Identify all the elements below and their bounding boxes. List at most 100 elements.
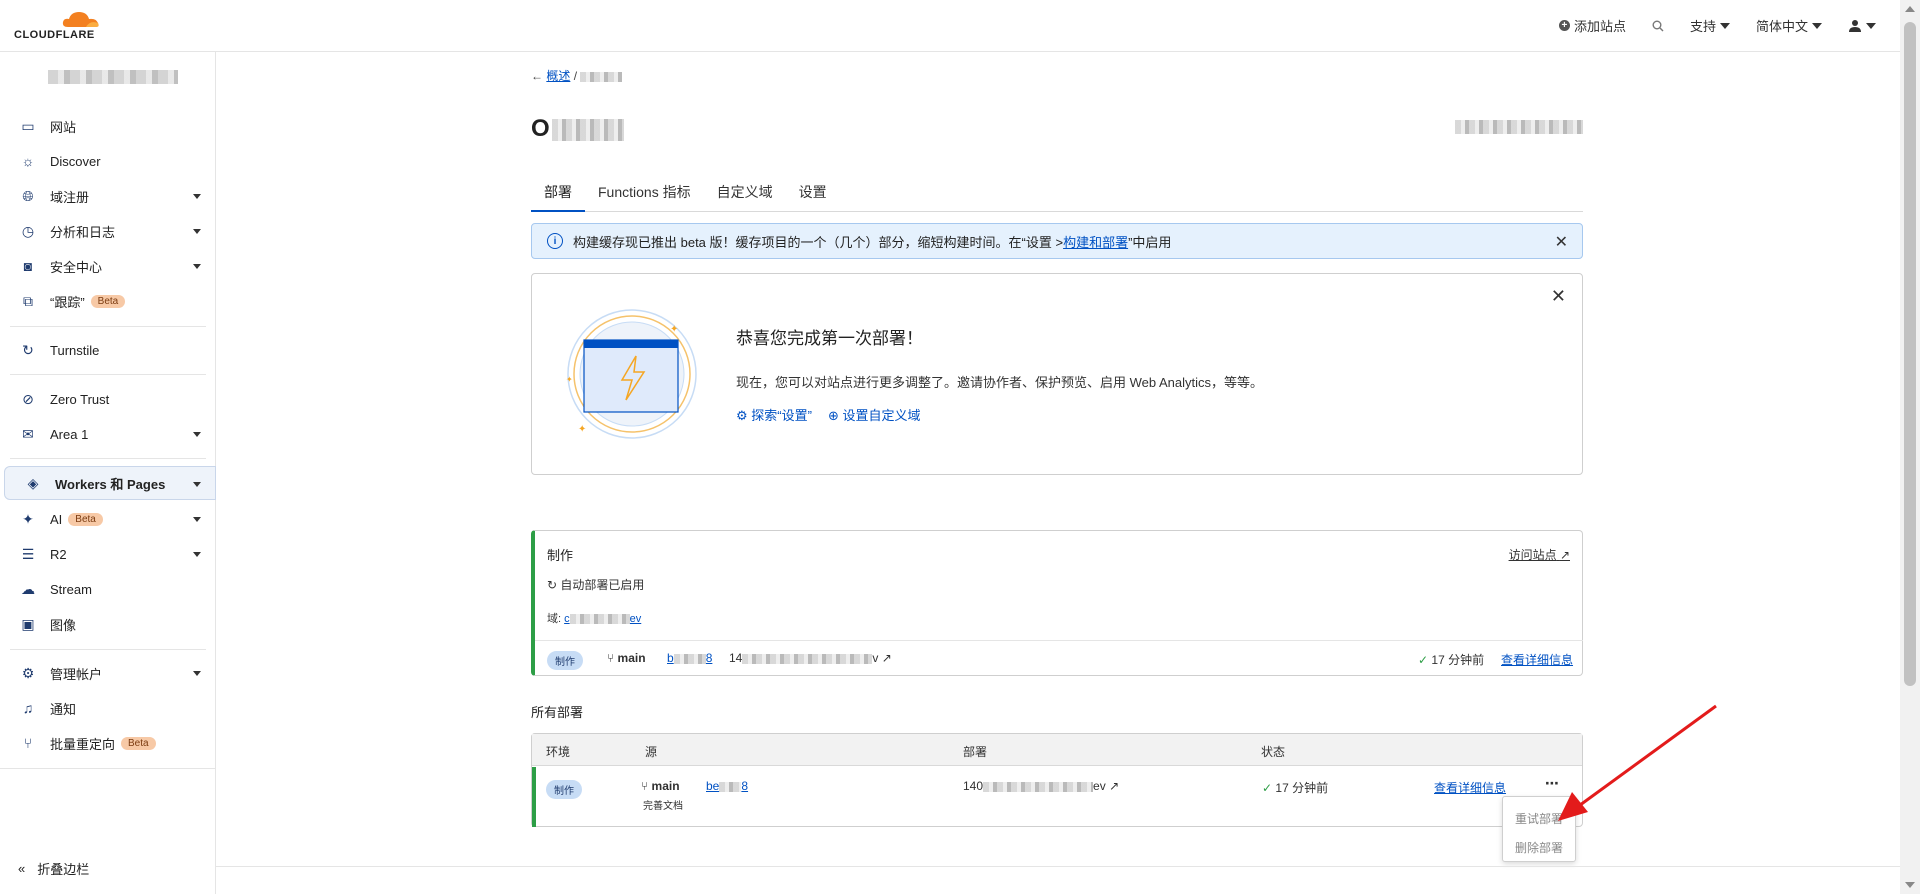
commit-link[interactable]: b8 [667, 651, 712, 665]
chevron-down-icon [193, 264, 201, 269]
deployments-table: 环境 源 部署 状态 制作 ⑂ main be 8 完善文档 140 ev ↗ ✓ … [531, 733, 1583, 827]
scroll-down-icon[interactable] [1905, 882, 1915, 888]
chevron-down-icon [193, 517, 201, 522]
cloud-play-icon: ☁ [21, 580, 35, 597]
external-link-icon: ↗ [881, 651, 892, 665]
table-header: 环境 源 部署 状态 [532, 734, 1582, 766]
sidebar-item-r2[interactable]: ☰ R2 [0, 537, 215, 571]
branch-info: ⑂ main [641, 779, 680, 793]
beta-badge: Beta [121, 736, 156, 750]
visit-site-link[interactable]: 访问站点 ↗ [1509, 546, 1570, 563]
deploy-status: ✓ 17 分钟前 [1262, 781, 1329, 795]
production-domain-link[interactable]: c ev [564, 613, 641, 625]
plus-icon: + [1558, 20, 1570, 31]
title-redacted [551, 118, 624, 141]
commit-link[interactable]: be 8 [706, 779, 748, 793]
env-pill: 制作 [547, 651, 583, 670]
sidebar-item-zero-trust[interactable]: ⊘ Zero Trust [0, 382, 215, 416]
sidebar-item-manage-account[interactable]: ⚙ 管理帐户 [0, 656, 215, 690]
external-link-icon: ↗ [1559, 548, 1570, 562]
sidebar-item-analytics[interactable]: ◷ 分析和日志 [0, 214, 215, 248]
tab-functions-metrics[interactable]: Functions 指标 [585, 180, 704, 212]
sidebar-divider [10, 326, 206, 327]
globe-icon: ⊕ [827, 408, 839, 423]
setup-custom-domain-link[interactable]: ⊕ 设置自定义域 [828, 405, 921, 424]
sidebar-item-trace[interactable]: ⧉ “跟踪” Beta [0, 284, 215, 318]
tab-custom-domains[interactable]: 自定义域 [704, 180, 786, 212]
view-details-link[interactable]: 查看详细信息 [1501, 651, 1573, 668]
search-button[interactable] [1652, 20, 1664, 32]
database-icon: ☰ [21, 545, 35, 562]
bell-icon: ♫ [22, 700, 34, 716]
sidebar-item-turnstile[interactable]: ↻ Turnstile [0, 333, 215, 367]
sidebar-item-security-center[interactable]: ◙ 安全中心 [0, 249, 215, 283]
svg-text:✦: ✦ [566, 375, 573, 384]
add-site-button[interactable]: + 添加站点 [1558, 16, 1626, 35]
language-menu[interactable]: 简体中文 [1756, 16, 1822, 35]
breadcrumb-overview-link[interactable]: 概述 [546, 69, 570, 83]
sidebar-item-ai[interactable]: ✦ AI Beta [0, 502, 215, 536]
breadcrumb: ← 概述 / [531, 67, 623, 84]
account-name-redacted[interactable] [48, 70, 178, 84]
production-label: 制作 [547, 548, 574, 563]
tab-settings[interactable]: 设置 [786, 180, 840, 212]
sidebar-divider [0, 768, 215, 769]
view-details-link[interactable]: 查看详细信息 [1434, 779, 1506, 796]
deployment-url[interactable]: 14 v ↗ [729, 651, 892, 665]
deployment-url[interactable]: 140 ev ↗ [963, 779, 1119, 793]
build-deploy-link[interactable]: 构建和部署 [1063, 232, 1128, 251]
delete-deployment-item[interactable]: 删除部署 [1515, 839, 1563, 856]
close-icon[interactable]: ✕ [1551, 286, 1566, 307]
svg-text:✦: ✦ [578, 424, 586, 435]
cloudflare-logo[interactable]: CLOUDFLARE [14, 9, 104, 43]
git-branch-icon: ⑂ [641, 779, 649, 793]
info-icon: i [547, 233, 563, 249]
git-branch-icon: ⑂ [607, 651, 615, 665]
sidebar-divider [10, 374, 206, 375]
all-deployments-title: 所有部署 [531, 705, 584, 720]
production-domain: 域: c ev [547, 613, 642, 625]
column-header: 部署 [963, 745, 988, 759]
tab-bar: 部署 Functions 指标 自定义域 设置 [531, 180, 1583, 212]
brand-name: CLOUDFLARE [14, 29, 95, 41]
sidebar-item-domain-registration[interactable]: 🌐︎ 域注册 [0, 179, 215, 213]
sidebar-item-workers-pages[interactable]: ◈ Workers 和 Pages [4, 466, 216, 500]
page-title: O [531, 115, 624, 143]
chevron-down-icon [1719, 22, 1730, 29]
redirect-icon: ⑂ [23, 735, 33, 751]
sidebar-item-bulk-redirects[interactable]: ⑂ 批量重定向 Beta [0, 726, 215, 760]
scrollbar-thumb[interactable] [1904, 22, 1916, 686]
page-scrollbar[interactable] [1900, 0, 1920, 894]
sidebar-item-images[interactable]: ▣ 图像 [0, 607, 215, 641]
beta-badge: Beta [68, 512, 103, 526]
check-icon: ✓ [1262, 781, 1273, 795]
sidebar-item-discover[interactable]: ☼ Discover [0, 144, 215, 178]
sidebar-item-notifications[interactable]: ♫ 通知 [0, 691, 215, 725]
collapse-sidebar-button[interactable]: « 折叠边栏 [18, 859, 89, 878]
sidebar-item-websites[interactable]: ▭ 网站 [0, 109, 215, 143]
env-pill: 制作 [546, 780, 582, 799]
branch-info: ⑂ main [607, 651, 646, 665]
chevron-down-icon [1812, 22, 1822, 29]
info-banner: i 构建缓存现已推出 beta 版！缓存项目的一个（几个）部分，缩短构建时间。在… [531, 223, 1583, 259]
check-icon: ✓ [1418, 653, 1429, 667]
shield-icon: ◙ [23, 258, 33, 274]
sitemap-icon: ⧉ [23, 292, 33, 309]
user-menu[interactable] [1848, 19, 1876, 33]
support-menu[interactable]: 支持 [1690, 16, 1730, 35]
lightbulb-icon: ☼ [21, 153, 35, 169]
explore-settings-link[interactable]: ⚙ 探索“设置” [736, 405, 812, 424]
globe-icon: 🌐︎ [22, 187, 34, 204]
project-url-redacted [1455, 118, 1583, 134]
tab-deployments[interactable]: 部署 [531, 180, 585, 212]
chevron-down-icon [193, 432, 201, 437]
auto-deploy-status: ↻ 自动部署已启用 [547, 578, 645, 592]
close-icon[interactable]: ✕ [1555, 232, 1568, 252]
sidebar-item-stream[interactable]: ☁ Stream [0, 572, 215, 606]
sidebar-item-area1[interactable]: ✉ Area 1 [0, 417, 215, 451]
congrats-card: ✕ ✦ ✦ ✦ 恭喜您完成第一次部署！ 现在，您可以对站点进行更多调整了。邀请协… [531, 273, 1583, 475]
search-icon [1652, 20, 1664, 31]
beta-badge: Beta [90, 294, 126, 308]
production-card: 制作 访问站点 ↗ ↻ 自动部署已启用 域: c ev 制作 ⑂ main b8 … [531, 530, 1583, 676]
scroll-up-icon[interactable] [1905, 6, 1915, 12]
